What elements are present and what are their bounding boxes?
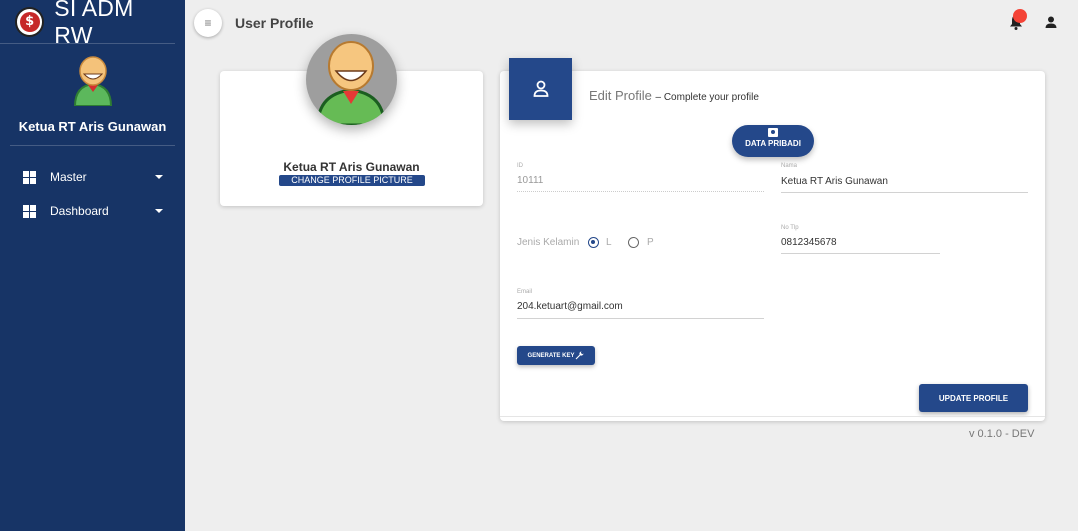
no-tlp-label: No Tlp — [781, 225, 799, 231]
jenis-kelamin-label: Jenis Kelamin — [517, 237, 580, 248]
sidebar-item-label: Master — [50, 170, 87, 184]
edit-title-text: Edit Profile — [589, 88, 652, 103]
person-outline-icon — [533, 80, 548, 97]
gender-option-p: P — [647, 237, 654, 248]
card-divider — [500, 416, 1045, 417]
user-avatar-icon — [316, 41, 386, 125]
version-label: v 0.1.0 - DEV — [969, 428, 1035, 440]
email-underline — [517, 318, 764, 319]
nama-underline — [781, 192, 1028, 193]
id-label: ID — [517, 163, 523, 169]
sidebar-user-name: Ketua RT Aris Gunawan — [18, 119, 167, 134]
nama-field[interactable]: Ketua RT Aris Gunawan — [781, 176, 888, 187]
tab-label: DATA PRIBADI — [745, 139, 801, 148]
edit-profile-header-icon — [509, 58, 572, 120]
profile-avatar — [306, 34, 397, 125]
sidebar: $ SI ADM RW Ketua RT Aris Gunawan Master… — [0, 0, 185, 531]
sidebar-item-dashboard[interactable]: Dashboard — [0, 194, 185, 228]
update-profile-button[interactable]: UPDATE PROFILE — [919, 384, 1028, 412]
sidebar-user: Ketua RT Aris Gunawan — [10, 44, 175, 146]
profile-name: Ketua RT Aris Gunawan — [283, 160, 420, 174]
dashboard-grid-icon — [23, 204, 36, 218]
account-icon[interactable] — [1044, 15, 1058, 29]
notification-badge — [1013, 9, 1027, 23]
brand-logo: $ — [15, 6, 45, 37]
email-field[interactable]: 204.ketuart@gmail.com — [517, 301, 623, 312]
caret-down-icon — [155, 175, 163, 179]
menu-toggle-button[interactable]: ≡ — [194, 9, 222, 37]
page-title: User Profile — [235, 15, 314, 31]
gender-radio-p[interactable] — [628, 237, 639, 248]
id-field: 10111 — [517, 175, 544, 186]
change-profile-picture-button[interactable]: CHANGE PROFILE PICTURE — [279, 175, 425, 186]
wrench-icon — [576, 351, 584, 360]
brand-title: SI ADM RW — [54, 0, 134, 48]
gender-radio-l[interactable] — [588, 237, 599, 248]
edit-profile-card — [500, 71, 1045, 421]
user-avatar-icon — [73, 56, 112, 107]
no-tlp-field[interactable]: 0812345678 — [781, 237, 837, 248]
sidebar-item-master[interactable]: Master — [0, 160, 185, 194]
email-label: Email — [517, 289, 533, 295]
edit-subtitle: – Complete your profile — [655, 92, 759, 103]
edit-profile-title: Edit Profile – Complete your profile — [589, 88, 759, 103]
dashboard-grid-icon — [23, 170, 36, 184]
generate-key-button[interactable]: GENERATE KEY — [517, 346, 595, 365]
id-underline — [517, 191, 764, 192]
generate-key-label: GENERATE KEY — [527, 352, 575, 359]
no-tlp-underline — [781, 253, 940, 254]
sidebar-nav: Master Dashboard — [0, 160, 185, 228]
tab-data-pribadi[interactable]: DATA PRIBADI — [732, 125, 814, 157]
brand[interactable]: $ SI ADM RW — [0, 0, 175, 48]
brand-logo-glyph: $ — [19, 11, 40, 32]
id-card-icon — [768, 128, 778, 137]
gender-option-l: L — [606, 237, 612, 248]
sidebar-item-label: Dashboard — [50, 204, 109, 218]
nama-label: Nama — [781, 163, 798, 169]
caret-down-icon — [155, 209, 163, 213]
